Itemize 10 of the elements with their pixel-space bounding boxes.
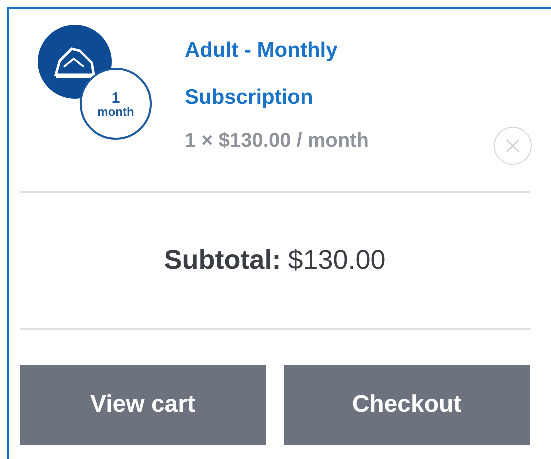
badge-unit: month	[98, 106, 134, 118]
price-text: 1 × $130.00 / month	[185, 129, 369, 154]
product-link[interactable]: Adult - Monthly Subscription	[185, 27, 375, 121]
remove-button[interactable]	[494, 127, 532, 165]
badge-number: 1	[112, 90, 120, 106]
subtotal-label: Subtotal:	[164, 244, 282, 278]
subtotal-amount: $130.00	[288, 244, 386, 278]
close-icon	[505, 138, 521, 154]
checkout-button[interactable]: Checkout	[284, 365, 530, 445]
view-cart-button[interactable]: View cart	[20, 365, 266, 445]
